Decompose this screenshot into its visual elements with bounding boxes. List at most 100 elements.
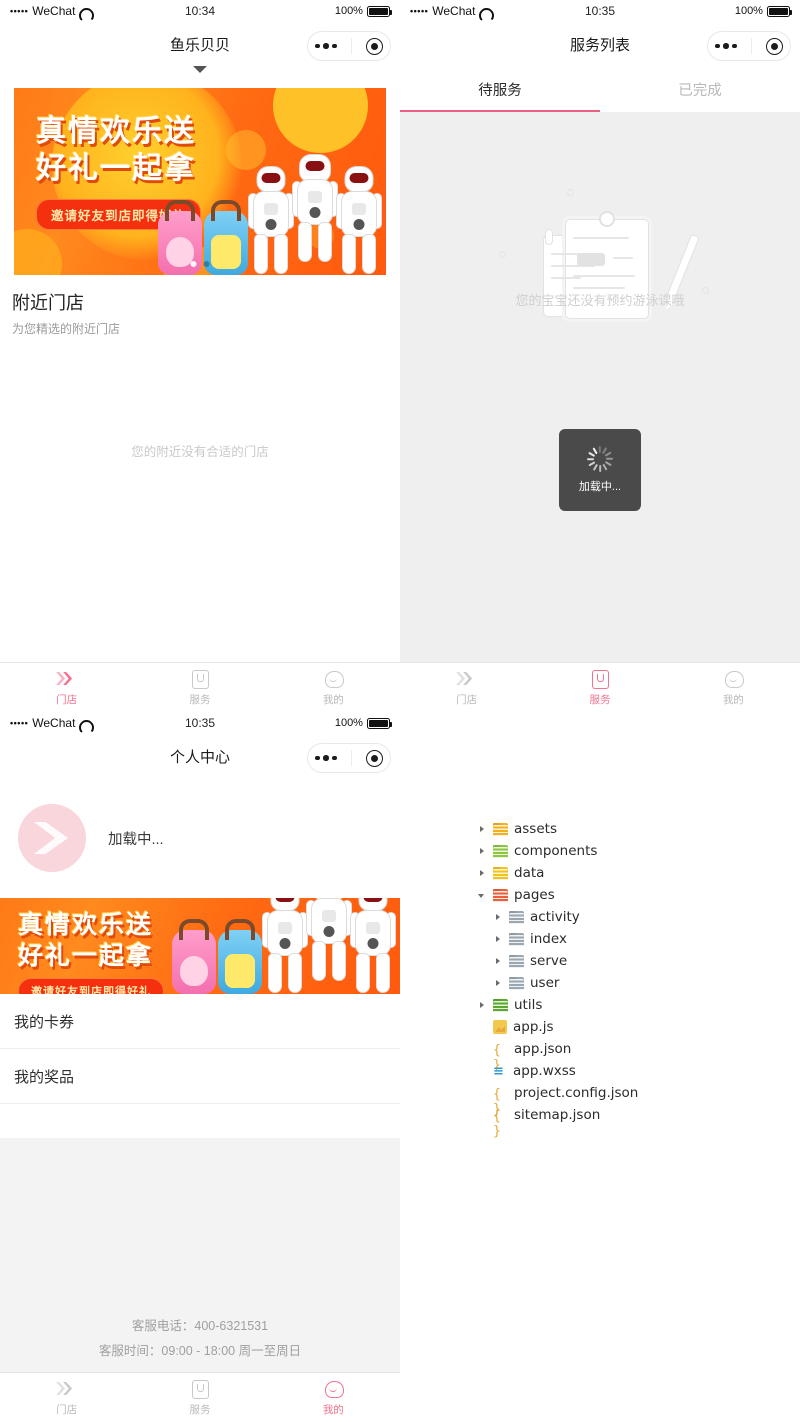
- wechat-capsule[interactable]: [307, 743, 391, 773]
- face-icon: [323, 1378, 344, 1399]
- tree-file-row[interactable]: ≡ app.wxss: [478, 1060, 800, 1082]
- chevron-down-icon[interactable]: [193, 66, 207, 73]
- tab-completed[interactable]: 已完成: [600, 66, 800, 112]
- profile-header[interactable]: 加载中...: [0, 778, 400, 898]
- more-dots-icon[interactable]: [715, 43, 737, 49]
- segmented-tabs: 待服务 已完成: [400, 66, 800, 112]
- robot-toy-icon: [293, 155, 337, 275]
- chevron-right-icon[interactable]: [494, 935, 503, 944]
- chevron-right-icon[interactable]: [478, 847, 487, 856]
- tree-node-label: sitemap.json: [514, 1107, 601, 1123]
- tab-store[interactable]: 门店: [400, 663, 533, 712]
- carrier-label: WeChat: [432, 4, 476, 18]
- more-dots-icon[interactable]: [315, 755, 337, 761]
- dropdown-toggle[interactable]: [0, 66, 400, 88]
- chevron-right-icon[interactable]: [494, 979, 503, 988]
- profile-footer-area: 客服电话：400-6321531 客服时间：09:00 - 18:00 周一至周…: [0, 1138, 400, 1372]
- tree-folder-row[interactable]: pages: [478, 884, 800, 906]
- tab-mine-label: 我的: [722, 694, 744, 706]
- tree-node-label: assets: [514, 821, 557, 837]
- tab-pending[interactable]: 待服务: [400, 66, 600, 112]
- tree-folder-row[interactable]: data: [478, 862, 800, 884]
- tree-folder-row[interactable]: activity: [478, 906, 800, 928]
- backpack-blue-icon: [204, 211, 248, 275]
- status-right: 100%: [265, 5, 393, 17]
- folder-icon: [493, 866, 508, 880]
- menu-item-coupons[interactable]: 我的卡券: [0, 994, 400, 1049]
- status-right: 100%: [665, 5, 793, 17]
- wechat-capsule[interactable]: [707, 31, 791, 61]
- chevron-right-icon[interactable]: [494, 957, 503, 966]
- more-dots-icon[interactable]: [315, 43, 337, 49]
- tree-folder-row[interactable]: user: [478, 972, 800, 994]
- capsule-divider: [750, 38, 752, 54]
- tree-folder-row[interactable]: components: [478, 840, 800, 862]
- chevron-right-icon[interactable]: [478, 869, 487, 878]
- tab-store-label: 门店: [56, 1404, 78, 1416]
- carousel-indicator[interactable]: [190, 261, 210, 267]
- tree-file-row[interactable]: { } sitemap.json: [478, 1104, 800, 1139]
- promo-banner[interactable]: 真情欢乐送 好礼一起拿 邀请好友到店即得好礼: [14, 88, 386, 275]
- folder-icon: [509, 976, 524, 990]
- tree-file-row[interactable]: { } project.config.json: [478, 1082, 800, 1117]
- json-file-icon: { }: [493, 1086, 501, 1117]
- target-icon[interactable]: [365, 37, 383, 55]
- customer-service-info: 客服电话：400-6321531 客服时间：09:00 - 18:00 周一至周…: [0, 1138, 400, 1364]
- nearby-stores-empty: 您的附近没有合适的门店: [131, 445, 269, 459]
- clipboard-icon: [589, 668, 610, 689]
- nearby-stores-subtitle: 为您精选的附近门店: [12, 322, 121, 336]
- tab-mine[interactable]: 我的: [267, 1373, 400, 1422]
- tab-store-label: 门店: [456, 694, 478, 706]
- chevron-right-icon[interactable]: [478, 825, 487, 834]
- panel-store-home: ••••• WeChat 10:34 100% 鱼乐贝贝 真情欢乐送 好礼一起拿…: [0, 0, 400, 712]
- tree-file-row[interactable]: app.js: [478, 1016, 800, 1038]
- tree-folder-row[interactable]: utils: [478, 994, 800, 1016]
- wxss-file-icon: ≡: [493, 1064, 504, 1079]
- user-name: 加载中...: [108, 831, 164, 848]
- wifi-icon: [79, 719, 90, 728]
- tree-folder-row[interactable]: serve: [478, 950, 800, 972]
- tab-serve[interactable]: 服务: [133, 1373, 266, 1422]
- banner-text: 真情欢乐送 好礼一起拿 邀请好友到店即得好礼: [18, 910, 164, 994]
- carrier-label: WeChat: [32, 716, 76, 730]
- battery-icon: [766, 5, 793, 17]
- tree-file-row[interactable]: { } app.json: [478, 1038, 800, 1073]
- chevron-right-icon[interactable]: [478, 1001, 487, 1010]
- backpack-pink-icon: [172, 930, 216, 994]
- tree-folder-row[interactable]: assets: [478, 818, 800, 840]
- backpack-blue-icon: [218, 930, 262, 994]
- avatar[interactable]: [18, 804, 86, 872]
- banner-cta[interactable]: 邀请好友到店即得好礼: [18, 978, 164, 994]
- banner-product-art: [158, 129, 381, 275]
- signal-dots: •••••: [10, 718, 29, 728]
- tree-node-label: index: [530, 931, 567, 947]
- tab-store[interactable]: 门店: [0, 1373, 133, 1422]
- chevron-right-icon[interactable]: [494, 913, 503, 922]
- chevron-down-icon[interactable]: [478, 891, 487, 900]
- tab-serve[interactable]: 服务: [133, 663, 266, 712]
- service-list-body: 您的宝宝还没有预约游泳课哦 加载中...: [400, 112, 800, 662]
- folder-icon: [509, 932, 524, 946]
- tree-node-label: app.json: [514, 1041, 572, 1057]
- nearby-stores-title: 附近门店: [12, 293, 84, 313]
- tab-mine[interactable]: 我的: [267, 663, 400, 712]
- tab-store[interactable]: 门店: [0, 663, 133, 712]
- target-icon[interactable]: [765, 37, 783, 55]
- tree-folder-row[interactable]: index: [478, 928, 800, 950]
- status-time: 10:34: [184, 4, 215, 18]
- capsule-divider: [350, 750, 352, 766]
- store-icon: [56, 668, 77, 689]
- battery-label: 100%: [334, 5, 363, 17]
- store-icon: [456, 668, 477, 689]
- menu-item-prizes[interactable]: 我的奖品: [0, 1049, 400, 1104]
- tab-serve[interactable]: 服务: [533, 663, 666, 712]
- tab-mine[interactable]: 我的: [667, 663, 800, 712]
- tree-node-label: pages: [514, 887, 555, 903]
- loading-toast: 加载中...: [559, 429, 641, 511]
- signal-dots: •••••: [10, 6, 29, 16]
- wechat-capsule[interactable]: [307, 31, 391, 61]
- tree-node-label: activity: [530, 909, 580, 925]
- target-icon[interactable]: [365, 749, 383, 767]
- promo-banner[interactable]: 真情欢乐送 好礼一起拿 邀请好友到店即得好礼: [0, 898, 400, 994]
